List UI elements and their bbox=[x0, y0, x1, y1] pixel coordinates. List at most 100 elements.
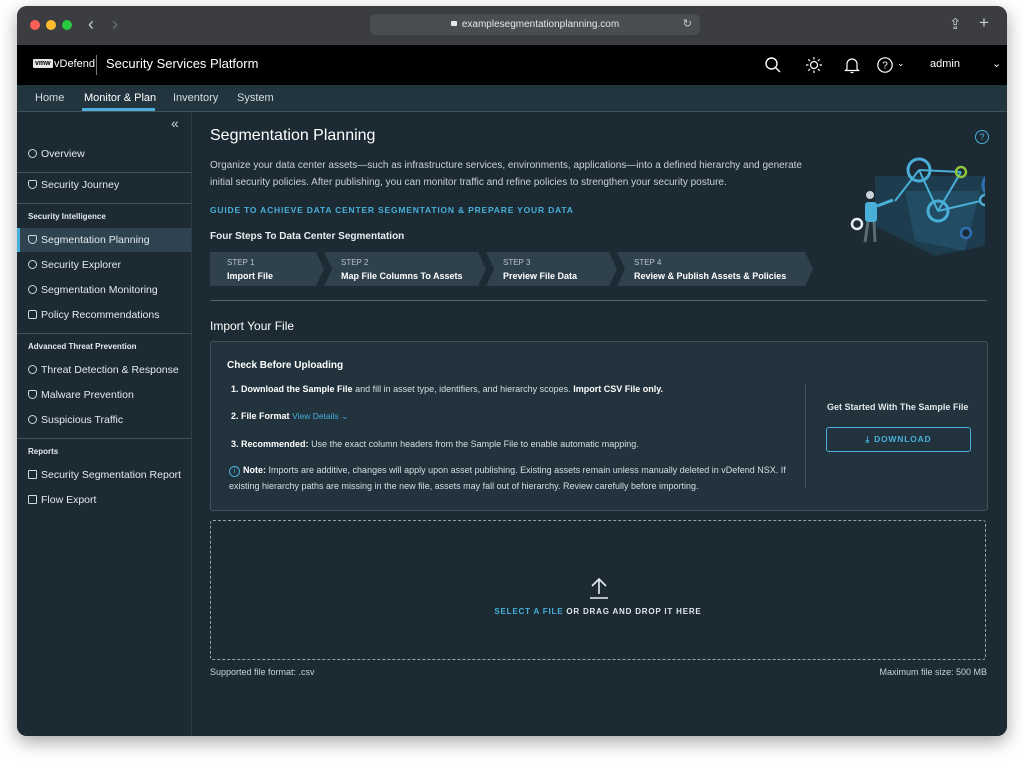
step-label: Preview File Data bbox=[503, 271, 578, 281]
item-number: 1. bbox=[231, 384, 239, 394]
sample-file-title: Get Started With The Sample File bbox=[827, 402, 969, 412]
step-number: STEP 2 bbox=[341, 258, 369, 267]
info-icon: i bbox=[229, 466, 240, 477]
monitor-search-icon bbox=[28, 285, 37, 294]
sidebar-item-security-explorer[interactable]: Security Explorer bbox=[28, 259, 121, 271]
user-menu[interactable]: admin bbox=[930, 58, 960, 70]
step-label: Review & Publish Assets & Policies bbox=[634, 271, 787, 281]
drop-instructions: SELECT A FILE OR DRAG AND DROP IT HERE bbox=[211, 607, 985, 616]
divider bbox=[17, 203, 191, 204]
item-label: File Format bbox=[241, 411, 290, 421]
url-text: examplesegmentationplanning.com bbox=[461, 19, 620, 30]
sidebar-section-title: Security Intelligence bbox=[28, 212, 106, 221]
sidebar-section-title: Advanced Threat Prevention bbox=[28, 342, 137, 351]
import-note: i Note: Imports are additive, changes wil… bbox=[229, 462, 789, 494]
thumbs-up-icon bbox=[28, 310, 37, 319]
tab-home[interactable]: Home bbox=[35, 92, 64, 104]
chevron-down-icon[interactable]: ⌄ bbox=[897, 58, 905, 69]
step-2[interactable]: STEP 2 Map File Columns To Assets bbox=[324, 252, 486, 286]
checklist-item-1: 1. Download the Sample File and fill in … bbox=[231, 384, 663, 394]
step-number: STEP 4 bbox=[634, 258, 662, 267]
upload-checklist-card: Check Before Uploading 1. Download the S… bbox=[210, 341, 988, 511]
item-text: and fill in asset type, identifiers, and… bbox=[355, 384, 571, 394]
sidebar: « Overview Security Journey Security Int… bbox=[17, 112, 192, 736]
sidebar-item-security-journey[interactable]: Security Journey bbox=[28, 179, 119, 191]
tab-system[interactable]: System bbox=[237, 92, 274, 104]
forward-icon[interactable]: › bbox=[112, 14, 118, 35]
sidebar-item-label: Threat Detection & Response bbox=[41, 364, 179, 376]
theme-icon[interactable] bbox=[805, 56, 823, 74]
help-icon[interactable]: ? bbox=[876, 56, 894, 74]
sidebar-item-overview[interactable]: Overview bbox=[28, 148, 85, 160]
card-divider bbox=[805, 384, 806, 488]
top-navigation: Home Monitor & Plan Inventory System bbox=[17, 85, 1007, 112]
sidebar-item-label: Overview bbox=[41, 148, 85, 160]
collapse-icon[interactable]: « bbox=[171, 115, 179, 131]
drag-drop-text: OR DRAG AND DROP IT HERE bbox=[566, 607, 702, 616]
bell-icon[interactable] bbox=[843, 56, 861, 74]
step-3[interactable]: STEP 3 Preview File Data bbox=[486, 252, 617, 286]
step-4[interactable]: STEP 4 Review & Publish Assets & Policie… bbox=[617, 252, 813, 286]
export-icon bbox=[28, 495, 37, 504]
sidebar-item-flow-export[interactable]: Flow Export bbox=[28, 494, 96, 506]
minimize-window-button[interactable] bbox=[46, 20, 56, 30]
chevron-down-icon[interactable]: ⌄ bbox=[992, 57, 1001, 70]
sidebar-item-threat-detection[interactable]: Threat Detection & Response bbox=[28, 364, 179, 376]
close-window-button[interactable] bbox=[30, 20, 40, 30]
network-illustration bbox=[850, 157, 985, 256]
sidebar-item-suspicious-traffic[interactable]: Suspicious Traffic bbox=[28, 414, 123, 426]
dashboard-icon bbox=[28, 149, 37, 158]
download-button[interactable]: ⤓ DOWNLOAD bbox=[826, 427, 971, 452]
browser-window: ‹ › examplesegmentationplanning.com ↻ ⇪ … bbox=[17, 6, 1007, 736]
file-drop-zone[interactable]: SELECT A FILE OR DRAG AND DROP IT HERE bbox=[210, 520, 986, 660]
new-tab-icon[interactable]: + bbox=[979, 13, 989, 33]
shield-icon bbox=[28, 180, 37, 189]
item-label: Recommended: bbox=[241, 439, 309, 449]
globe-icon bbox=[28, 260, 37, 269]
maximize-window-button[interactable] bbox=[62, 20, 72, 30]
lock-icon bbox=[450, 21, 457, 26]
select-file-link[interactable]: SELECT A FILE bbox=[494, 607, 563, 616]
help-icon[interactable]: ? bbox=[975, 130, 989, 144]
steps-title: Four Steps To Data Center Segmentation bbox=[210, 231, 405, 242]
sidebar-item-label: Segmentation Monitoring bbox=[41, 284, 158, 296]
chevron-down-icon[interactable]: ⌄ bbox=[341, 411, 348, 421]
sidebar-item-segmentation-monitoring[interactable]: Segmentation Monitoring bbox=[28, 284, 158, 296]
browser-toolbar: ‹ › examplesegmentationplanning.com ↻ ⇪ … bbox=[17, 6, 1007, 45]
fingerprint-icon bbox=[28, 415, 37, 424]
section-divider bbox=[210, 300, 987, 301]
share-icon[interactable]: ⇪ bbox=[949, 15, 962, 33]
sidebar-section-title: Reports bbox=[28, 447, 59, 456]
sample-file-link-text: Download the Sample File bbox=[241, 384, 353, 394]
platform-title: Security Services Platform bbox=[106, 56, 259, 71]
sidebar-item-label: Segmentation Planning bbox=[41, 234, 150, 246]
sidebar-active-indicator bbox=[17, 228, 20, 252]
checklist-title: Check Before Uploading bbox=[227, 360, 344, 371]
tab-monitor-plan[interactable]: Monitor & Plan bbox=[84, 92, 156, 104]
csv-only-text: Import CSV File only. bbox=[573, 384, 664, 394]
view-details-link[interactable]: View Details bbox=[292, 411, 339, 421]
sidebar-item-malware-prevention[interactable]: Malware Prevention bbox=[28, 389, 134, 401]
sidebar-item-label: Suspicious Traffic bbox=[41, 414, 124, 426]
back-icon[interactable]: ‹ bbox=[88, 14, 94, 35]
svg-text:?: ? bbox=[882, 61, 888, 72]
sidebar-item-security-segmentation-report[interactable]: Security Segmentation Report bbox=[28, 469, 181, 481]
download-label: DOWNLOAD bbox=[874, 434, 932, 444]
address-bar[interactable]: examplesegmentationplanning.com ↻ bbox=[370, 14, 700, 35]
sidebar-item-policy-recommendations[interactable]: Policy Recommendations bbox=[28, 309, 159, 321]
step-1[interactable]: STEP 1 Import File bbox=[210, 252, 324, 286]
active-tab-indicator bbox=[82, 108, 155, 111]
tab-inventory[interactable]: Inventory bbox=[173, 92, 218, 104]
search-icon[interactable] bbox=[764, 56, 782, 74]
sidebar-item-label: Flow Export bbox=[41, 494, 97, 506]
upload-icon bbox=[590, 577, 608, 599]
sidebar-item-segmentation-planning[interactable]: Segmentation Planning bbox=[28, 234, 150, 246]
reload-icon[interactable]: ↻ bbox=[683, 14, 692, 35]
sidebar-item-label: Policy Recommendations bbox=[41, 309, 160, 321]
item-text: Use the exact column headers from the Sa… bbox=[311, 439, 639, 449]
item-number: 3. bbox=[231, 439, 239, 449]
shield-icon bbox=[28, 235, 37, 244]
sidebar-item-label: Malware Prevention bbox=[41, 389, 134, 401]
step-number: STEP 3 bbox=[503, 258, 531, 267]
guide-link[interactable]: GUIDE TO ACHIEVE DATA CENTER SEGMENTATIO… bbox=[210, 205, 574, 215]
